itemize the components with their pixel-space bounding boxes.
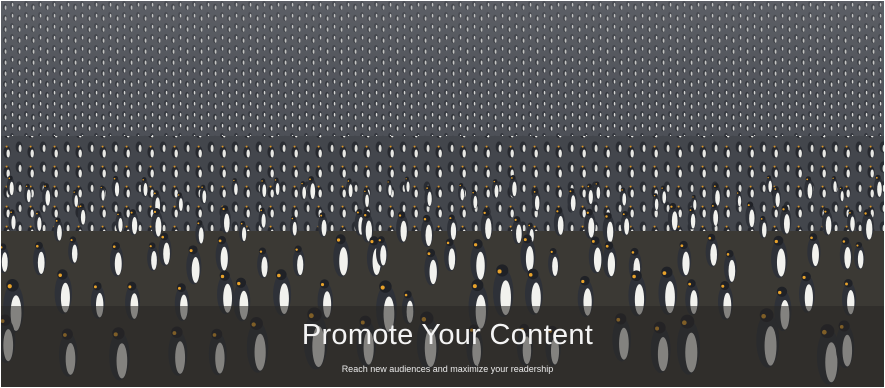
banner-title: Promote Your Content (301, 319, 594, 351)
hero-banner[interactable]: Promote Your Content Reach new audiences… (1, 1, 884, 387)
banner-subtitle: Reach new audiences and maximize your re… (341, 364, 554, 374)
